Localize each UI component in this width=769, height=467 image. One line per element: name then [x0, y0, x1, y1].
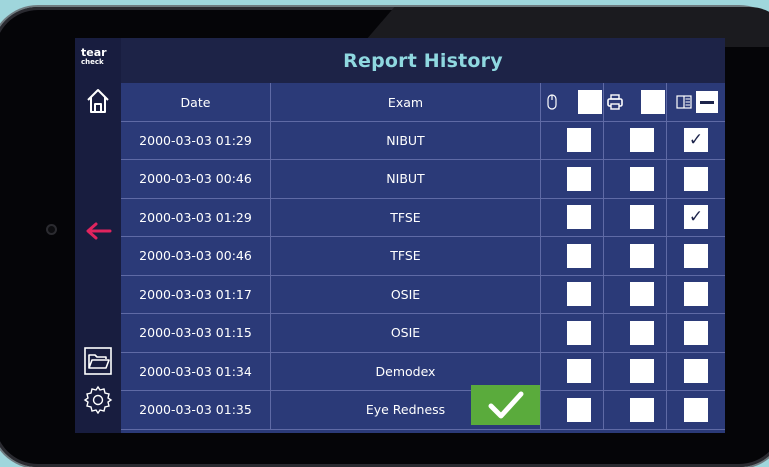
mouse-icon: [543, 93, 561, 111]
checkmark-icon: [488, 391, 523, 419]
back-arrow-icon[interactable]: [83, 216, 113, 246]
logo-line1: tear: [81, 46, 107, 59]
column-header-print: [604, 83, 667, 121]
row-date: 2000-03-03 01:17: [121, 275, 271, 313]
logo: tear check: [81, 47, 117, 66]
table-row[interactable]: 2000-03-03 01:35 Eye Redness: [121, 390, 725, 430]
settings-gear-icon[interactable]: [83, 384, 113, 414]
table-row[interactable]: 2000-03-03 01:29 TFSE ✓: [121, 198, 725, 237]
select-all-a-checkbox[interactable]: [577, 90, 602, 114]
layout-icon: [675, 93, 693, 111]
row-select-b-checkbox[interactable]: [630, 397, 654, 422]
row-select-a-checkbox[interactable]: [567, 128, 591, 152]
row-date: 2000-03-03 01:34: [121, 352, 271, 390]
row-date: 2000-03-03 00:46: [121, 236, 271, 275]
row-exam: NIBUT: [271, 159, 541, 198]
row-select-c-checkbox[interactable]: [684, 243, 708, 268]
row-date: 2000-03-03 00:46: [121, 159, 271, 198]
row-select-b-checkbox[interactable]: [630, 359, 654, 383]
table-row[interactable]: 2000-03-03 01:29 NIBUT ✓: [121, 121, 725, 160]
report-table: Date Exam 2000-03-03 01:29 NIBUT ✓ 2000-…: [121, 83, 725, 433]
row-select-b-checkbox[interactable]: [630, 166, 654, 191]
page-header: Report History: [121, 38, 725, 83]
sidebar: tear check: [75, 38, 121, 433]
printer-icon: [606, 93, 624, 111]
row-select-b-checkbox[interactable]: [630, 205, 654, 229]
row-select-a-checkbox[interactable]: [567, 166, 591, 191]
row-select-b-checkbox[interactable]: [630, 320, 654, 345]
row-select-a-checkbox[interactable]: [567, 205, 591, 229]
column-header-exam: Exam: [271, 83, 541, 121]
row-select-c-checkbox[interactable]: [684, 359, 708, 383]
table-row[interactable]: 2000-03-03 01:15 OSIE: [121, 313, 725, 353]
row-select-a-checkbox[interactable]: [567, 397, 591, 422]
row-date: 2000-03-03 01:15: [121, 313, 271, 352]
row-select-a-checkbox[interactable]: [567, 243, 591, 268]
row-date: 2000-03-03 01:29: [121, 121, 271, 159]
table-header-row: Date Exam: [121, 83, 725, 122]
row-select-b-checkbox[interactable]: [630, 282, 654, 306]
table-row[interactable]: 2000-03-03 01:34 Demodex: [121, 352, 725, 391]
table-row[interactable]: 2000-03-03 00:46 NIBUT: [121, 159, 725, 199]
row-exam: OSIE: [271, 275, 541, 313]
app-screen: tear check Report History Date Exam 2000…: [75, 38, 725, 433]
camera-icon: [46, 224, 57, 235]
minus-icon: [699, 100, 714, 104]
check-glyph: ✓: [688, 207, 704, 227]
column-header-layout: [667, 83, 725, 121]
row-exam: NIBUT: [271, 121, 541, 159]
row-select-b-checkbox[interactable]: [630, 243, 654, 268]
table-row[interactable]: 2000-03-03 00:46 TFSE: [121, 236, 725, 276]
row-select-c-checkbox[interactable]: [684, 166, 708, 191]
row-exam: TFSE: [271, 236, 541, 275]
row-exam: TFSE: [271, 198, 541, 236]
row-select-a-checkbox[interactable]: [567, 320, 591, 345]
row-select-c-checkbox[interactable]: [684, 320, 708, 345]
logo-line2: check: [81, 58, 104, 66]
home-icon[interactable]: [83, 86, 113, 116]
row-select-c-checkbox[interactable]: [684, 282, 708, 306]
confirm-button[interactable]: [471, 385, 540, 425]
select-all-c-checkbox[interactable]: [695, 91, 718, 113]
select-all-b-checkbox[interactable]: [640, 90, 665, 114]
row-select-c-checkbox[interactable]: ✓: [684, 128, 708, 152]
row-date: 2000-03-03 01:29: [121, 198, 271, 236]
table-row[interactable]: 2000-03-03 01:17 OSIE: [121, 275, 725, 314]
row-date: 2000-03-03 01:35: [121, 390, 271, 429]
row-select-a-checkbox[interactable]: [567, 282, 591, 306]
row-exam: OSIE: [271, 313, 541, 352]
check-glyph: ✓: [688, 130, 704, 150]
folder-icon[interactable]: [83, 346, 113, 376]
column-header-select: [541, 83, 604, 121]
row-select-c-checkbox[interactable]: ✓: [684, 205, 708, 229]
page-title: Report History: [343, 49, 503, 72]
row-select-b-checkbox[interactable]: [630, 128, 654, 152]
row-select-a-checkbox[interactable]: [567, 359, 591, 383]
row-select-c-checkbox[interactable]: [684, 397, 708, 422]
column-header-date: Date: [121, 83, 271, 121]
